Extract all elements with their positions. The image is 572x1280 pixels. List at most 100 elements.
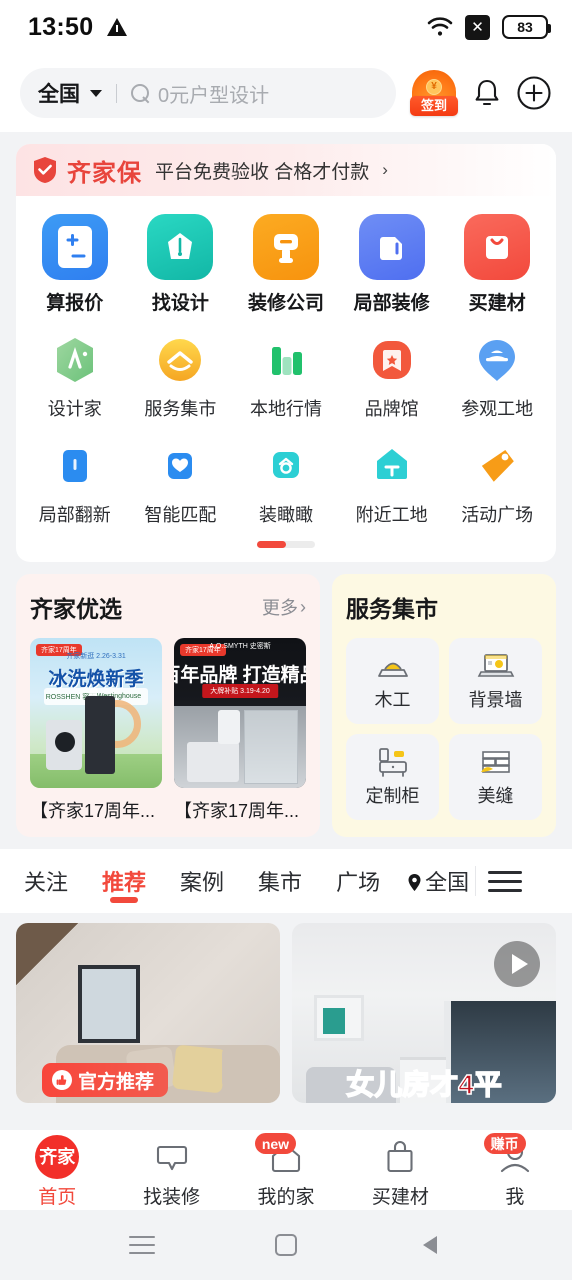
grid-page-indicator[interactable] — [16, 531, 556, 562]
grid-item-activity-square[interactable]: 活动广场 — [444, 439, 550, 527]
goods-item[interactable]: 齐家17周年 A.O.SMYTH 史密斯 百年品牌 打造精品 大牌补贴 3.19… — [174, 638, 306, 823]
grid-label: 附近工地 — [355, 505, 428, 525]
service-tile-carpentry[interactable]: 木工 — [346, 638, 439, 724]
activity-tag-icon — [470, 439, 524, 493]
feed-card-video[interactable]: 女儿房才4平 — [292, 923, 556, 1103]
status-time: 13:50 — [28, 12, 94, 41]
hamburger-menu-icon[interactable] — [488, 870, 523, 892]
partial-renovation-icon — [358, 214, 425, 280]
city-selector-label[interactable]: 全国 — [38, 78, 80, 108]
bottom-nav-find-renovation[interactable]: 找装修 — [114, 1135, 228, 1209]
search-bar[interactable]: 全国 0元户型设计 — [20, 68, 396, 118]
qijiabao-banner[interactable]: 齐家保 平台免费验收 合格才付款 › — [16, 144, 556, 196]
design-home-icon — [48, 333, 102, 387]
play-circle-icon[interactable] — [494, 941, 540, 987]
qijia-selection-header: 齐家优选 更多 › — [30, 590, 306, 624]
grid-label: 装修公司 — [247, 293, 324, 314]
android-navigation-bar — [0, 1210, 572, 1280]
more-link[interactable]: 更多 › — [262, 594, 306, 620]
tab-square[interactable]: 广场 — [319, 849, 397, 913]
grid-label: 智能匹配 — [144, 505, 217, 525]
official-recommend-badge: 官方推荐 — [42, 1063, 169, 1097]
chevron-down-icon[interactable] — [90, 89, 102, 97]
grid-item-smart-match[interactable]: 智能匹配 — [128, 439, 234, 527]
tab-recommend[interactable]: 推荐 — [85, 849, 163, 913]
feed-art-pillow — [222, 1047, 270, 1089]
art-heater — [217, 710, 240, 744]
shopping-bag-icon — [374, 1135, 426, 1179]
visit-site-helmet-icon — [470, 333, 524, 387]
tab-cases[interactable]: 案例 — [163, 849, 241, 913]
grid-item-partial-renovation[interactable]: 局部装修 — [339, 214, 445, 315]
qijiabao-brand: 齐家保 — [67, 159, 142, 187]
tab-market[interactable]: 集市 — [241, 849, 319, 913]
home-square-icon[interactable] — [266, 1225, 306, 1265]
signin-label[interactable]: 签到 — [410, 96, 458, 116]
section-title: 服务集市 — [346, 596, 438, 622]
grid-item-nearby-site[interactable]: 附近工地 — [339, 439, 445, 527]
brand-hall-icon — [365, 333, 419, 387]
goods-item[interactable]: 齐家17周年 齐家新逛 2.26-3.31 冰洗焕新季 ROSSHEN 容声 W… — [30, 638, 162, 823]
local-refresh-icon — [48, 439, 102, 493]
bottom-nav-label: 买建材 — [371, 1187, 429, 1208]
search-icon — [131, 83, 150, 103]
grid-item-local-refresh[interactable]: 局部翻新 — [22, 439, 128, 527]
art-washer — [45, 720, 82, 770]
bell-icon[interactable] — [472, 77, 502, 109]
grid-label: 服务集市 — [144, 399, 217, 419]
quick-entry-grid-row2: 设计家 服务集市 本地行情 品牌馆 参观工地 — [16, 319, 556, 425]
bottom-nav-label: 首页 — [38, 1187, 77, 1208]
service-tile-custom-cabinet[interactable]: 定制柜 — [346, 734, 439, 820]
service-tile-grouting[interactable]: 美缝 — [449, 734, 542, 820]
grid-item-find-design[interactable]: 找设计 — [128, 214, 234, 315]
feed-location-selector[interactable]: 全国 — [407, 865, 469, 897]
grid-label: 装瞰瞰 — [258, 505, 313, 525]
grid-item-design-home[interactable]: 设计家 — [22, 333, 128, 421]
art-glass — [244, 710, 299, 784]
grid-item-buy-materials[interactable]: 买建材 — [444, 214, 550, 315]
designer-crown-icon — [147, 214, 214, 280]
grid-item-renovation-company[interactable]: 装修公司 — [233, 214, 339, 315]
bottom-nav-my-home[interactable]: new 我的家 — [229, 1133, 343, 1209]
chevron-right-icon[interactable]: › — [382, 160, 388, 180]
feed-list: 官方推荐 女儿房才4平 — [0, 913, 572, 1103]
grid-item-brand-hall[interactable]: 品牌馆 — [339, 333, 445, 421]
back-triangle-icon[interactable] — [410, 1225, 450, 1265]
indicator-thumb — [257, 541, 286, 548]
feed-tabs: 关注 推荐 案例 集市 广场 全国 — [0, 849, 572, 913]
grid-item-calculator[interactable]: 算报价 — [22, 214, 128, 315]
badge-label: 官方推荐 — [78, 1071, 155, 1093]
goods-caption: 【齐家17周年... — [174, 801, 300, 821]
tile-grouting-icon — [477, 746, 515, 778]
grid-item-zhuangkankan[interactable]: 装瞰瞰 — [233, 439, 339, 527]
status-bar-right: ✕ 83 — [427, 14, 551, 40]
grid-label: 品牌馆 — [364, 399, 419, 419]
new-badge: new — [254, 1133, 297, 1154]
feed-card-official[interactable]: 官方推荐 — [16, 923, 280, 1103]
calculator-icon — [41, 214, 108, 280]
signin-button[interactable]: ¥ 签到 — [410, 68, 458, 118]
bottom-nav-home[interactable]: 齐家 首页 — [0, 1135, 114, 1209]
quick-entry-grid-row1: 算报价 找设计 装修公司 局部装修 买建材 — [16, 196, 556, 319]
grid-item-local-price[interactable]: 本地行情 — [233, 333, 339, 421]
grid-label: 局部翻新 — [38, 505, 111, 525]
plus-circle-icon[interactable] — [516, 75, 552, 111]
custom-cabinet-icon — [374, 746, 412, 778]
battery-level: 83 — [517, 19, 533, 35]
search-input-placeholder[interactable]: 0元户型设计 — [158, 79, 269, 108]
grid-label: 找设计 — [151, 293, 209, 314]
tab-follow[interactable]: 关注 — [16, 849, 85, 913]
promo-subline: 齐家新逛 2.26-3.31 — [66, 653, 126, 660]
status-bar-left: 13:50 — [28, 12, 128, 42]
grid-item-service-market[interactable]: 服务集市 — [128, 333, 234, 421]
bottom-nav-profile[interactable]: 赚币 我 — [458, 1133, 572, 1209]
goods-image-washing-season: 齐家17周年 齐家新逛 2.26-3.31 冰洗焕新季 ROSSHEN 容声 W… — [30, 638, 162, 788]
bottom-nav-buy-materials[interactable]: 买建材 — [343, 1135, 457, 1209]
more-label: 更多 — [262, 598, 298, 618]
service-tile-feature-wall[interactable]: 背景墙 — [449, 638, 542, 724]
goods-caption: 【齐家17周年... — [30, 801, 156, 821]
chevron-right-icon: › — [300, 596, 306, 617]
grid-item-visit-site[interactable]: 参观工地 — [444, 333, 550, 421]
recents-icon[interactable] — [122, 1225, 162, 1265]
chat-bubble-icon — [146, 1135, 198, 1179]
